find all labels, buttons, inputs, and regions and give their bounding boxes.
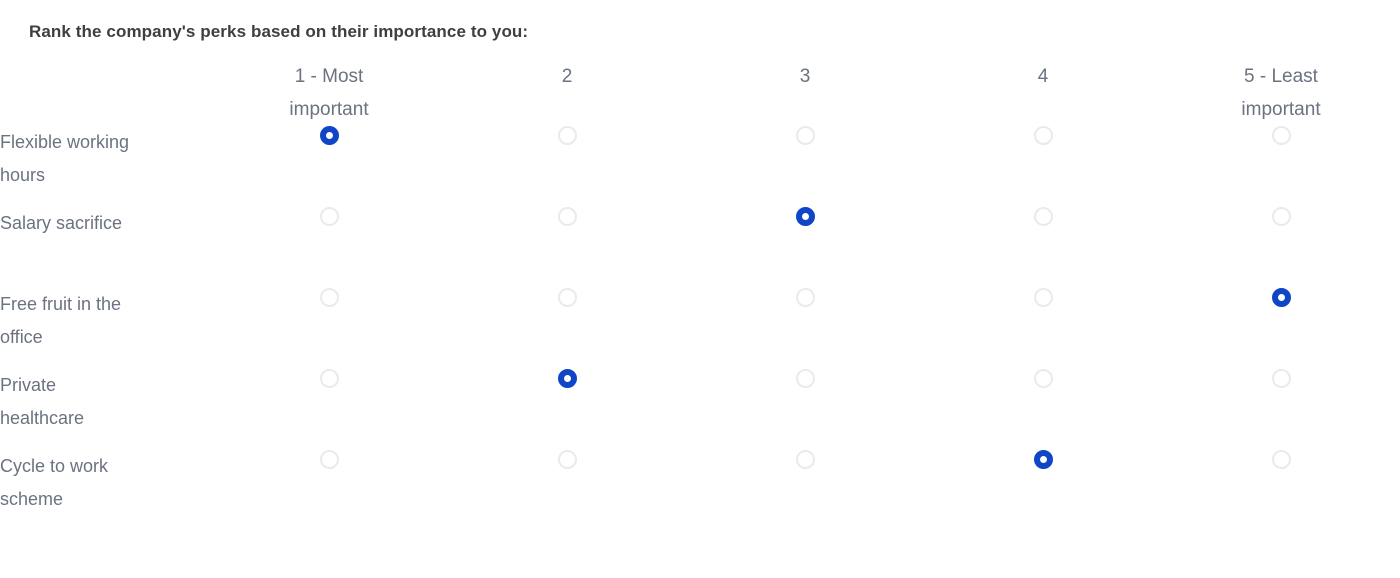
radio-cell-r1c4[interactable]: [924, 207, 1162, 288]
corner-spacer: [0, 60, 160, 126]
row-pad-0: [160, 126, 210, 207]
table-row: Flexible working hours: [0, 126, 1400, 207]
radio-button-r4c5[interactable]: [1271, 450, 1291, 469]
column-header-5: 5 - Least important: [1162, 60, 1400, 126]
radio-button-r0c3[interactable]: [795, 126, 815, 145]
radio-button-r1c5[interactable]: [1271, 207, 1291, 226]
radio-button-r3c1[interactable]: [319, 369, 339, 388]
column-header-3: 3: [686, 60, 924, 126]
radio-button-r3c4[interactable]: [1033, 369, 1053, 388]
radio-button-r0c4[interactable]: [1033, 126, 1053, 145]
ranking-survey-question: Rank the company's perks based on their …: [0, 0, 1400, 578]
row-pad-2: [160, 288, 210, 369]
matrix-header: 1 - Most important 2 3 4 5 - Least impor…: [0, 60, 1400, 126]
radio-button-r1c3[interactable]: [795, 207, 815, 226]
table-row: Cycle to work scheme: [0, 450, 1400, 531]
row-label-1-text: Salary sacrifice: [0, 213, 123, 233]
radio-button-r0c5[interactable]: [1271, 126, 1291, 145]
column-header-2-label: 2: [561, 66, 573, 87]
column-header-1: 1 - Most important: [210, 60, 448, 126]
radio-button-r2c3[interactable]: [795, 288, 815, 307]
row-label-3-text: Private healthcare: [0, 375, 85, 428]
radio-cell-r4c4[interactable]: [924, 450, 1162, 531]
radio-button-r2c4[interactable]: [1033, 288, 1053, 307]
radio-cell-r3c3[interactable]: [686, 369, 924, 450]
radio-cell-r3c5[interactable]: [1162, 369, 1400, 450]
row-label-1: Salary sacrifice: [0, 207, 160, 288]
row-label-4-text: Cycle to work scheme: [0, 456, 109, 509]
radio-cell-r4c1[interactable]: [210, 450, 448, 531]
radio-button-r2c5[interactable]: [1271, 288, 1291, 307]
column-header-4-label: 4: [1037, 66, 1049, 87]
radio-cell-r4c5[interactable]: [1162, 450, 1400, 531]
radio-cell-r1c3[interactable]: [686, 207, 924, 288]
radio-cell-r1c5[interactable]: [1162, 207, 1400, 288]
radio-cell-r3c4[interactable]: [924, 369, 1162, 450]
column-header-5-label: 5 - Least important: [1241, 66, 1321, 120]
column-header-4: 4: [924, 60, 1162, 126]
table-row: Free fruit in the office: [0, 288, 1400, 369]
radio-cell-r1c2[interactable]: [448, 207, 686, 288]
radio-button-r1c4[interactable]: [1033, 207, 1053, 226]
radio-cell-r1c1[interactable]: [210, 207, 448, 288]
radio-button-r0c2[interactable]: [557, 126, 577, 145]
row-pad-3: [160, 369, 210, 450]
table-row: Private healthcare: [0, 369, 1400, 450]
row-label-2-text: Free fruit in the office: [0, 294, 122, 347]
radio-button-r3c3[interactable]: [795, 369, 815, 388]
radio-button-r4c1[interactable]: [319, 450, 339, 469]
radio-button-r0c1[interactable]: [319, 126, 339, 145]
radio-cell-r2c3[interactable]: [686, 288, 924, 369]
question-title: Rank the company's perks based on their …: [29, 22, 529, 41]
radio-button-r2c2[interactable]: [557, 288, 577, 307]
radio-cell-r3c2[interactable]: [448, 369, 686, 450]
row-pad-4: [160, 450, 210, 531]
radio-cell-r0c3[interactable]: [686, 126, 924, 207]
row-label-2: Free fruit in the office: [0, 288, 160, 369]
radio-cell-r2c1[interactable]: [210, 288, 448, 369]
ranking-matrix: 1 - Most important 2 3 4 5 - Least impor…: [0, 60, 1400, 531]
row-label-3: Private healthcare: [0, 369, 160, 450]
radio-cell-r2c5[interactable]: [1162, 288, 1400, 369]
radio-cell-r3c1[interactable]: [210, 369, 448, 450]
radio-cell-r2c2[interactable]: [448, 288, 686, 369]
row-label-0: Flexible working hours: [0, 126, 160, 207]
radio-cell-r0c4[interactable]: [924, 126, 1162, 207]
table-row: Salary sacrifice: [0, 207, 1400, 288]
radio-button-r4c4[interactable]: [1033, 450, 1053, 469]
radio-button-r1c1[interactable]: [319, 207, 339, 226]
matrix-body: Flexible working hours Salary sacrifice: [0, 126, 1400, 531]
radio-button-r1c2[interactable]: [557, 207, 577, 226]
column-header-3-label: 3: [799, 66, 811, 87]
radio-button-r3c2[interactable]: [557, 369, 577, 388]
radio-cell-r4c3[interactable]: [686, 450, 924, 531]
radio-button-r2c1[interactable]: [319, 288, 339, 307]
radio-cell-r2c4[interactable]: [924, 288, 1162, 369]
radio-cell-r0c5[interactable]: [1162, 126, 1400, 207]
row-pad-1: [160, 207, 210, 288]
radio-button-r4c3[interactable]: [795, 450, 815, 469]
row-label-4: Cycle to work scheme: [0, 450, 160, 531]
column-header-2: 2: [448, 60, 686, 126]
radio-button-r4c2[interactable]: [557, 450, 577, 469]
radio-button-r3c5[interactable]: [1271, 369, 1291, 388]
column-header-1-label: 1 - Most important: [289, 66, 369, 120]
radio-cell-r0c2[interactable]: [448, 126, 686, 207]
radio-cell-r4c2[interactable]: [448, 450, 686, 531]
radio-cell-r0c1[interactable]: [210, 126, 448, 207]
row-label-0-text: Flexible working hours: [0, 132, 130, 185]
matrix-header-row: 1 - Most important 2 3 4 5 - Least impor…: [0, 60, 1400, 126]
corner-spacer-pad: [160, 60, 210, 126]
